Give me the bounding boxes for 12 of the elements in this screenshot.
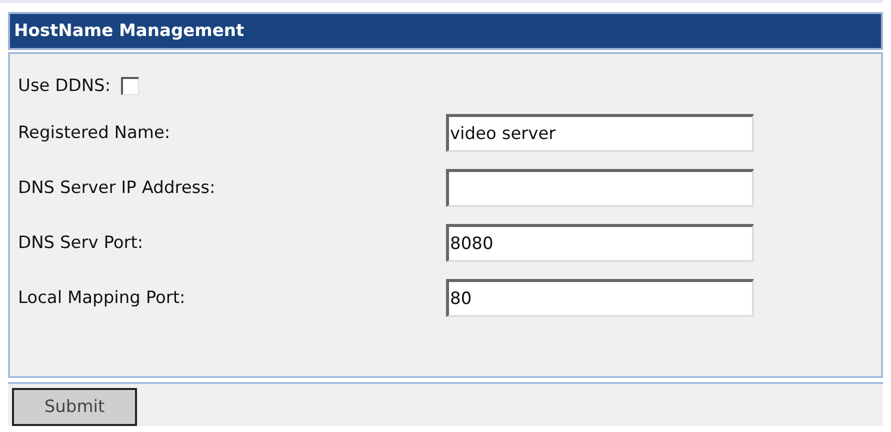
field-label: Registered Name: — [18, 123, 172, 144]
field-label: Local Mapping Port: — [18, 288, 186, 308]
input-field[interactable]: video server — [446, 114, 754, 152]
field-label: DNS Serv Port: — [18, 233, 144, 254]
ddns-checkbox[interactable] — [120, 76, 139, 95]
submit-button[interactable]: Submit — [12, 388, 137, 426]
input-field[interactable]: 8080 — [446, 224, 754, 262]
field-label: Use DDNS: — [18, 76, 111, 96]
field-label: DNS Server IP Address: — [18, 178, 216, 198]
input-field[interactable]: 80 — [446, 279, 754, 318]
section-header: HostName Management — [8, 12, 883, 50]
input-field[interactable] — [446, 169, 754, 208]
